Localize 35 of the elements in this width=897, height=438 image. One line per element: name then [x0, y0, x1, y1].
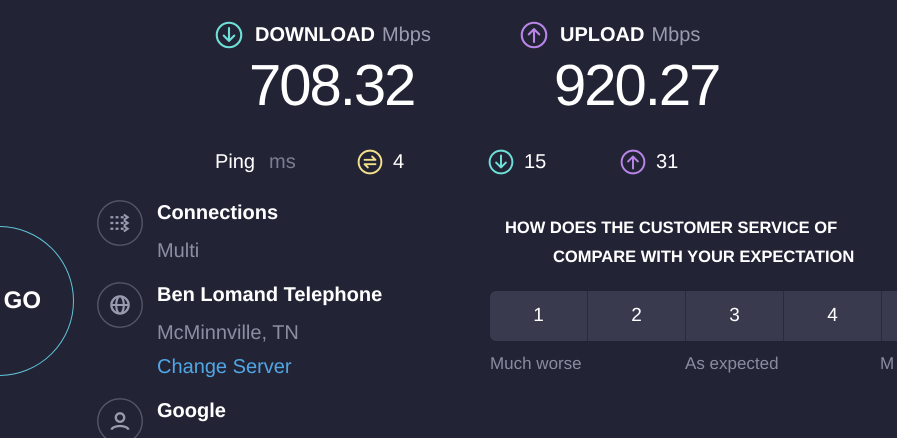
unit-label: Mbps — [382, 23, 431, 48]
unit-label: ms — [269, 150, 296, 175]
unit-label: Mbps — [651, 23, 700, 48]
speed-value: 920.27 — [554, 52, 720, 120]
scale-label: As expected — [685, 354, 779, 373]
globe-icon — [97, 282, 143, 328]
survey-question: COMPARE WITH YOUR EXPECTATION — [553, 247, 854, 268]
connections-icon — [97, 200, 143, 246]
ping-value: 4 — [393, 150, 404, 175]
rating-button[interactable]: 4 — [784, 291, 881, 341]
ping-value: 15 — [524, 150, 546, 175]
ping-value: 31 — [656, 150, 678, 175]
rating-button[interactable]: 2 — [588, 291, 685, 341]
ping-label: Ping — [215, 150, 256, 175]
info-subtitle: McMinnville, TN — [157, 321, 300, 346]
info-title: Google — [157, 399, 226, 424]
info-title: Ben Lomand Telephone — [157, 283, 382, 308]
upload-icon — [620, 149, 646, 175]
ping-icon — [357, 149, 383, 175]
scale-label: M — [880, 354, 894, 373]
rating-button[interactable]: 1 — [490, 291, 587, 341]
scale-label: Much worse — [490, 354, 582, 373]
speed-value: 708.32 — [249, 52, 414, 120]
go-button[interactable]: GO — [0, 226, 74, 376]
upload-icon — [520, 21, 548, 49]
download-icon — [215, 21, 243, 49]
info-subtitle: Multi — [157, 239, 200, 264]
info-title: Connections — [157, 201, 278, 226]
survey-question: HOW DOES THE CUSTOMER SERVICE OF — [505, 218, 838, 239]
result-label: DOWNLOAD — [255, 23, 375, 48]
result-label: UPLOAD — [560, 23, 644, 48]
rating-button[interactable]: 3 — [686, 291, 783, 341]
change-server-link[interactable]: Change Server — [157, 354, 292, 380]
download-icon — [488, 149, 514, 175]
person-icon — [97, 398, 143, 438]
